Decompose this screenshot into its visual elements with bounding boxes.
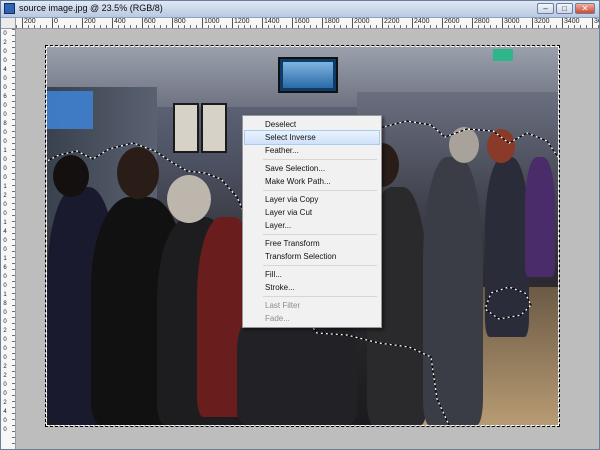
ruler-digit: 1 bbox=[3, 184, 7, 190]
ruler-digit: 0 bbox=[3, 211, 7, 217]
menu-item-save-selection[interactable]: Save Selection... bbox=[245, 162, 379, 175]
ruler-digit: 2 bbox=[3, 373, 7, 379]
ruler-label: 1000 bbox=[204, 18, 220, 25]
menu-item-stroke[interactable]: Stroke... bbox=[245, 281, 379, 294]
ruler-digit: 8 bbox=[3, 301, 7, 307]
window-controls: – □ ✕ bbox=[537, 3, 595, 14]
ruler-digit: 2 bbox=[3, 40, 7, 46]
ruler-label: 2600 bbox=[444, 18, 460, 25]
ruler-digit: 1 bbox=[3, 256, 7, 262]
ruler-digit: 6 bbox=[3, 94, 7, 100]
horizontal-ruler[interactable]: 200 0 200 400 600 800 1000 1200 1400 1600 1800 2000… bbox=[16, 18, 599, 29]
selection-context-menu: Deselect Select Inverse Feather... Save Sel… bbox=[242, 115, 382, 328]
ruler-label: 3400 bbox=[564, 18, 580, 25]
ruler-label: 1800 bbox=[324, 18, 340, 25]
ruler-digit: 2 bbox=[3, 328, 7, 334]
ruler-digit: 0 bbox=[3, 175, 7, 181]
menu-item-last-filter: Last Filter bbox=[265, 301, 301, 310]
ruler-digit: 6 bbox=[3, 265, 7, 271]
vertical-ruler[interactable]: 0 2 0 0 4 0 0 6 0 0 8 0 0 1 0 0 0 1 2 0 0 1 4 0 0 1 6 0 0 1 8 0 0 2 0 0 0 2 2 0… bbox=[1, 29, 16, 449]
ruler-digit: 0 bbox=[3, 103, 7, 109]
ruler-label: 3000 bbox=[504, 18, 520, 25]
ruler-origin[interactable] bbox=[1, 18, 16, 29]
ruler-digit: 0 bbox=[3, 319, 7, 325]
menu-separator bbox=[263, 265, 377, 266]
menu-item-fade: Fade... bbox=[265, 314, 290, 323]
menu-item-feather[interactable]: Feather... bbox=[245, 144, 379, 157]
close-icon[interactable]: ✕ bbox=[575, 3, 595, 14]
ruler-label: 1200 bbox=[234, 18, 250, 25]
canvas-area[interactable]: Deselect Select Inverse Feather... Save Sel… bbox=[16, 29, 599, 449]
ruler-label: 1400 bbox=[264, 18, 280, 25]
ruler-digit: 0 bbox=[3, 283, 7, 289]
menu-separator bbox=[263, 234, 377, 235]
document-title: source image.jpg @ 23.5% (RGB/8) bbox=[19, 3, 163, 13]
ruler-digit: 1 bbox=[3, 220, 7, 226]
ruler-label: 200 bbox=[24, 18, 36, 25]
menu-separator bbox=[263, 190, 377, 191]
document-titlebar[interactable]: source image.jpg @ 23.5% (RGB/8) – □ ✕ bbox=[1, 1, 599, 18]
ruler-label: 3200 bbox=[534, 18, 550, 25]
menu-item-deselect[interactable]: Deselect bbox=[245, 118, 379, 131]
ruler-digit: 0 bbox=[3, 202, 7, 208]
ruler-label: 3600 bbox=[594, 18, 599, 25]
menu-separator bbox=[263, 159, 377, 160]
ruler-digit: 2 bbox=[3, 364, 7, 370]
minimize-icon[interactable]: – bbox=[537, 3, 554, 14]
ruler-label: 2400 bbox=[414, 18, 430, 25]
ruler-label: 200 bbox=[84, 18, 96, 25]
ruler-digit: 0 bbox=[3, 130, 7, 136]
ruler-digit: 0 bbox=[3, 166, 7, 172]
ruler-digit: 0 bbox=[3, 418, 7, 424]
ruler-digit: 1 bbox=[3, 292, 7, 298]
ruler-label: 800 bbox=[174, 18, 186, 25]
ruler-label: 2800 bbox=[474, 18, 490, 25]
ruler-label: 600 bbox=[144, 18, 156, 25]
ruler-digit: 0 bbox=[3, 76, 7, 82]
ruler-digit: 4 bbox=[3, 67, 7, 73]
ruler-digit: 1 bbox=[3, 148, 7, 154]
maximize-icon[interactable]: □ bbox=[556, 3, 573, 14]
ruler-digit: 0 bbox=[3, 85, 7, 91]
ruler-digit: 0 bbox=[3, 58, 7, 64]
menu-item-transform-selection[interactable]: Transform Selection bbox=[245, 250, 379, 263]
ruler-digit: 0 bbox=[3, 112, 7, 118]
ruler-label: 1600 bbox=[294, 18, 310, 25]
ruler-digit: 0 bbox=[3, 337, 7, 343]
menu-item-free-transform[interactable]: Free Transform bbox=[245, 237, 379, 250]
ruler-label: 0 bbox=[54, 18, 58, 25]
ruler-digit: 0 bbox=[3, 355, 7, 361]
ruler-digit: 0 bbox=[3, 31, 7, 37]
document-window: source image.jpg @ 23.5% (RGB/8) – □ ✕ 2… bbox=[0, 0, 600, 450]
ruler-digit: 0 bbox=[3, 49, 7, 55]
menu-item-layer[interactable]: Layer... bbox=[245, 219, 379, 232]
ruler-digit: 0 bbox=[3, 310, 7, 316]
menu-item-layer-via-cut[interactable]: Layer via Cut bbox=[245, 206, 379, 219]
menu-item-layer-via-copy[interactable]: Layer via Copy bbox=[245, 193, 379, 206]
ruler-digit: 0 bbox=[3, 139, 7, 145]
ruler-digit: 0 bbox=[3, 427, 7, 433]
menu-item-fill[interactable]: Fill... bbox=[245, 268, 379, 281]
ruler-digit: 4 bbox=[3, 409, 7, 415]
menu-item-select-inverse[interactable]: Select Inverse bbox=[244, 130, 380, 145]
ruler-digit: 2 bbox=[3, 193, 7, 199]
ruler-digit: 0 bbox=[3, 274, 7, 280]
ruler-digit: 0 bbox=[3, 382, 7, 388]
ruler-digit: 4 bbox=[3, 229, 7, 235]
ruler-digit: 8 bbox=[3, 121, 7, 127]
ruler-digit: 0 bbox=[3, 346, 7, 352]
menu-separator bbox=[263, 296, 377, 297]
photoshop-app-icon bbox=[4, 3, 15, 14]
ruler-label: 2000 bbox=[354, 18, 370, 25]
menu-item-make-work-path[interactable]: Make Work Path... bbox=[245, 175, 379, 188]
ruler-digit: 0 bbox=[3, 247, 7, 253]
ruler-label: 2200 bbox=[384, 18, 400, 25]
ruler-label: 400 bbox=[114, 18, 126, 25]
ruler-digit: 0 bbox=[3, 157, 7, 163]
ruler-digit: 0 bbox=[3, 238, 7, 244]
ruler-digit: 2 bbox=[3, 400, 7, 406]
ruler-digit: 0 bbox=[3, 391, 7, 397]
